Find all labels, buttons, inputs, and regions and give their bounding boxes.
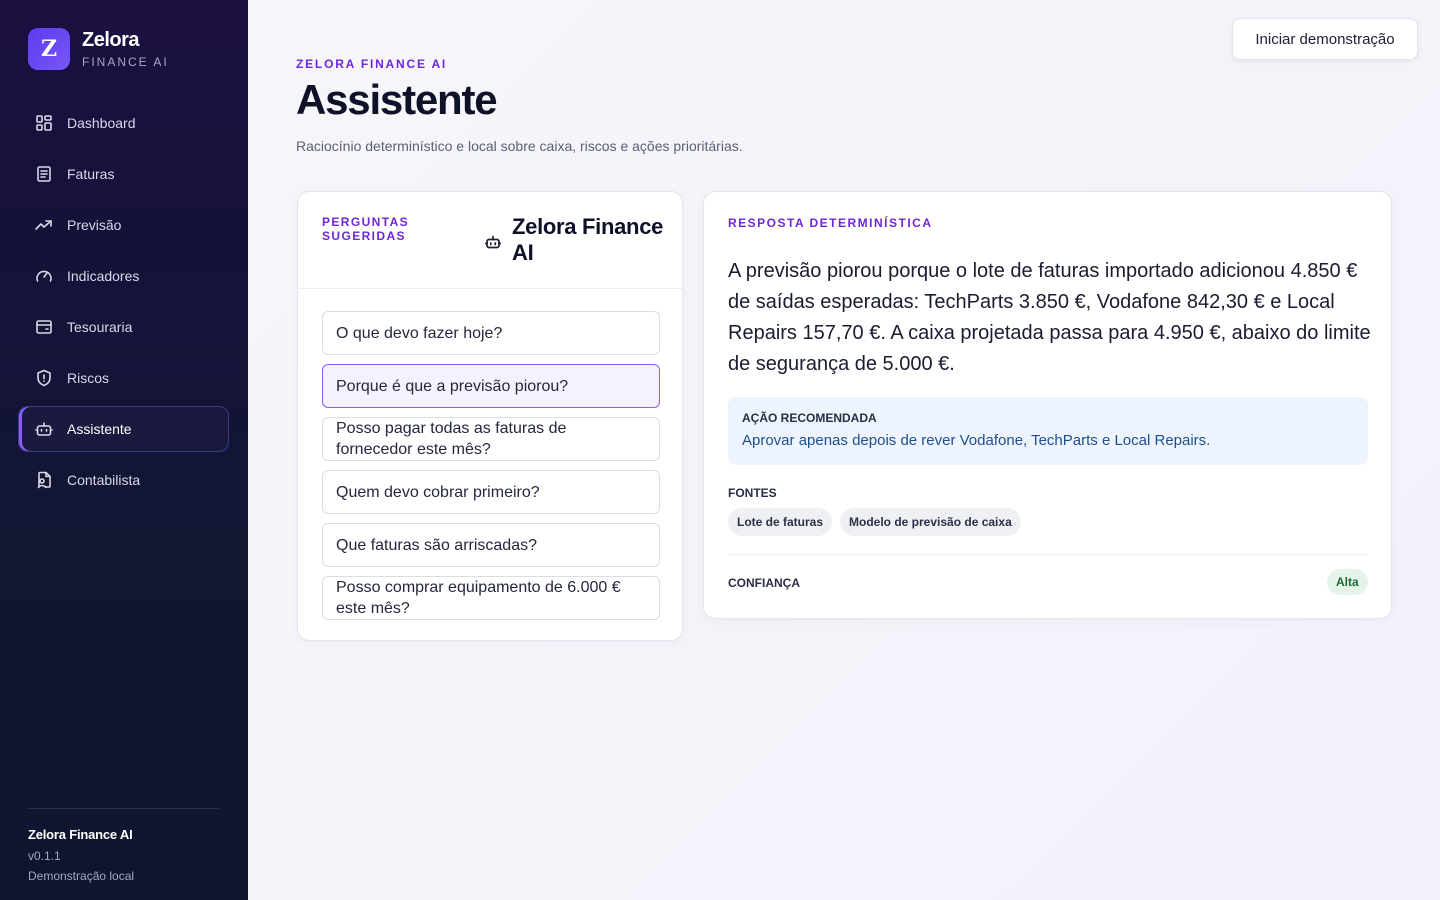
- sidebar-item-indicadores[interactable]: Indicadores: [18, 253, 229, 299]
- questions-list: O que devo fazer hoje? Porque é que a pr…: [322, 311, 660, 629]
- assistant-title: Zelora Finance AI: [512, 214, 664, 265]
- footer-mode: Demonstração local: [28, 869, 135, 883]
- question-button-selected[interactable]: Porque é que a previsão piorou?: [322, 364, 660, 408]
- sidebar-item-label: Contabilista: [67, 472, 141, 488]
- sidebar-item-label: Dashboard: [67, 115, 136, 131]
- questions-header: PERGUNTAS SUGERIDAS Zelora Finance AI: [298, 192, 682, 289]
- page-subtitle: Raciocínio determinístico e local sobre …: [296, 138, 743, 154]
- answer-label: RESPOSTA DETERMINÍSTICA: [728, 216, 933, 230]
- grid-icon: [36, 115, 52, 131]
- sources-label: FONTES: [728, 486, 777, 500]
- divider: [728, 554, 1368, 555]
- question-button[interactable]: Quem devo cobrar primeiro?: [322, 470, 660, 514]
- answer-card: RESPOSTA DETERMINÍSTICA A previsão pioro…: [703, 191, 1392, 619]
- sidebar-item-label: Previsão: [67, 217, 122, 233]
- brand-name: Zelora: [82, 29, 140, 51]
- bot-icon: [484, 234, 502, 255]
- bot-icon: [35, 422, 53, 436]
- file-user-icon: [37, 471, 51, 489]
- sidebar-item-riscos[interactable]: Riscos: [18, 355, 229, 401]
- source-chip: Lote de faturas: [728, 508, 833, 536]
- sidebar-item-label: Tesouraria: [67, 319, 133, 335]
- recommended-action-text: Aprovar apenas depois de rever Vodafone,…: [742, 432, 1211, 449]
- recommended-action-title: AÇÃO RECOMENDADA: [742, 411, 877, 425]
- sidebar-item-faturas[interactable]: Faturas: [18, 151, 229, 197]
- document-icon: [37, 166, 51, 182]
- question-button[interactable]: Posso pagar todas as faturas de forneced…: [322, 417, 660, 461]
- suggested-questions-card: PERGUNTAS SUGERIDAS Zelora Finance AI O …: [297, 191, 683, 641]
- sidebar-item-contabilista[interactable]: Contabilista: [18, 457, 229, 503]
- question-button[interactable]: O que devo fazer hoje?: [322, 311, 660, 355]
- confidence-label: CONFIANÇA: [728, 576, 800, 590]
- wallet-icon: [36, 320, 52, 334]
- source-chip: Modelo de previsão de caixa: [840, 508, 1021, 536]
- brand-logo: Z: [28, 28, 70, 70]
- sidebar-item-previsao[interactable]: Previsão: [18, 202, 229, 248]
- brand-subtitle: FINANCE AI: [82, 55, 169, 69]
- sidebar-item-label: Assistente: [67, 421, 132, 437]
- confidence-badge: Alta: [1327, 569, 1368, 595]
- sidebar-footer: Zelora Finance AI v0.1.1 Demonstração lo…: [28, 808, 219, 883]
- gauge-icon: [36, 270, 52, 282]
- answer-text: A previsão piorou porque o lote de fatur…: [728, 260, 1371, 375]
- sidebar-nav: Dashboard Faturas Previsão Indicadores T…: [18, 100, 229, 508]
- sidebar-item-tesouraria[interactable]: Tesouraria: [18, 304, 229, 350]
- start-demo-button[interactable]: Iniciar demonstração: [1232, 18, 1418, 60]
- questions-label: PERGUNTAS SUGERIDAS: [322, 215, 410, 243]
- page-title: Assistente: [296, 76, 498, 123]
- sources-list: Lote de faturas Modelo de previsão de ca…: [728, 508, 1029, 536]
- recommended-action-box: AÇÃO RECOMENDADA Aprovar apenas depois d…: [728, 397, 1368, 465]
- trend-up-icon: [35, 220, 52, 230]
- brand[interactable]: Z Zelora FINANCE AI: [28, 28, 169, 70]
- sidebar-item-label: Indicadores: [67, 268, 140, 284]
- shield-icon: [37, 369, 51, 387]
- page-eyebrow: ZELORA FINANCE AI: [296, 57, 448, 71]
- footer-title: Zelora Finance AI: [28, 827, 133, 842]
- sidebar-item-assistente[interactable]: Assistente: [18, 406, 229, 452]
- sidebar-item-dashboard[interactable]: Dashboard: [18, 100, 229, 146]
- sidebar: Z Zelora FINANCE AI Dashboard Faturas Pr…: [0, 0, 248, 900]
- question-button[interactable]: Posso comprar equipamento de 6.000 € est…: [322, 576, 660, 620]
- question-button[interactable]: Que faturas são arriscadas?: [322, 523, 660, 567]
- sidebar-item-label: Riscos: [67, 370, 110, 386]
- sidebar-item-label: Faturas: [67, 166, 115, 182]
- footer-version: v0.1.1: [28, 849, 61, 863]
